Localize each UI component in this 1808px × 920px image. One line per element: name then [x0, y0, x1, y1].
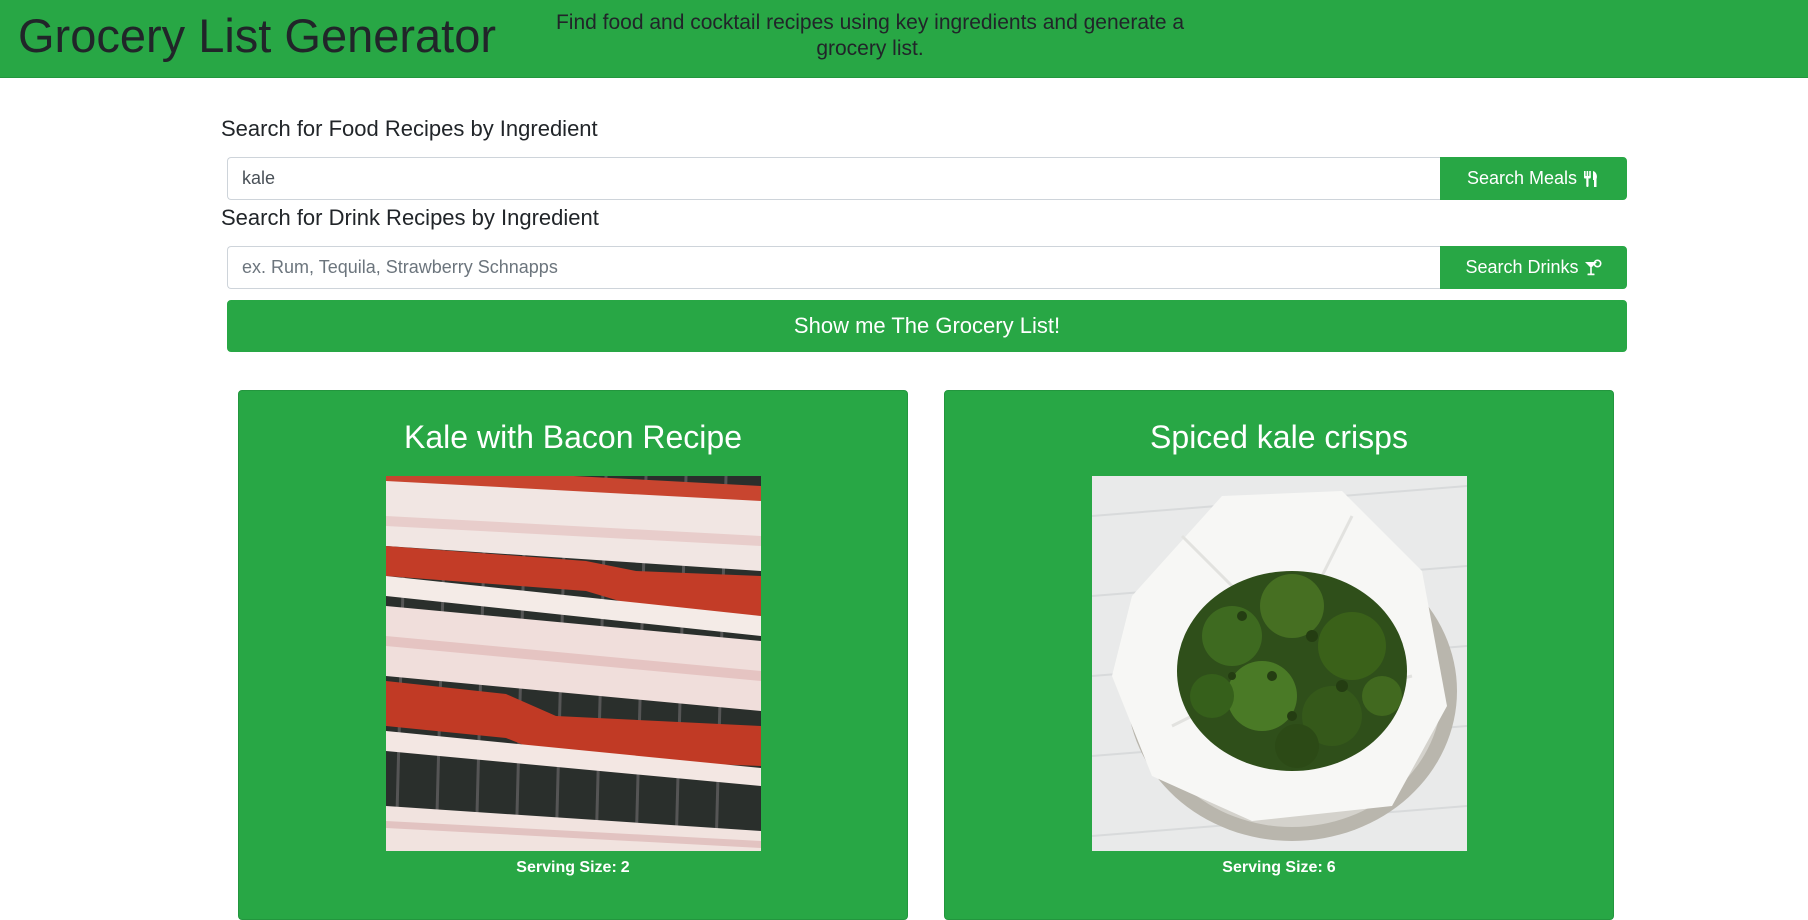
drink-search-input[interactable]: [227, 246, 1440, 289]
search-drinks-button[interactable]: Search Drinks: [1440, 246, 1627, 289]
drink-search-group: Search Drinks: [227, 246, 1627, 289]
serving-size-label: Serving Size:: [516, 859, 617, 876]
cocktail-icon: [1584, 258, 1602, 277]
food-search-group: Search Meals: [227, 157, 1627, 200]
utensils-icon: [1582, 170, 1600, 188]
recipe-title[interactable]: Spiced kale crisps: [945, 417, 1613, 457]
recipe-card[interactable]: Kale with Bacon Recipe Serving Size: 2: [238, 390, 908, 920]
food-search-input[interactable]: [227, 157, 1440, 200]
search-meals-button[interactable]: Search Meals: [1440, 157, 1627, 200]
serving-size: Serving Size: 2: [239, 859, 907, 877]
serving-size-label: Serving Size:: [1222, 859, 1323, 876]
serving-size-value: 6: [1326, 859, 1336, 876]
search-drinks-label: Search Drinks: [1465, 257, 1579, 277]
serving-size: Serving Size: 6: [945, 859, 1613, 877]
drink-search-label: Search for Drink Recipes by Ingredient: [221, 205, 599, 230]
kale-crisps-photo[interactable]: [1092, 476, 1467, 851]
food-search-label: Search for Food Recipes by Ingredient: [221, 116, 598, 141]
show-grocery-list-button[interactable]: Show me The Grocery List!: [227, 300, 1627, 352]
recipe-card[interactable]: Spiced kale crisps Serving Size: 6: [944, 390, 1614, 920]
recipe-title[interactable]: Kale with Bacon Recipe: [239, 417, 907, 457]
app-tagline: Find food and cocktail recipes using key…: [555, 11, 1185, 60]
search-meals-label: Search Meals: [1466, 168, 1578, 188]
serving-size-value: 2: [620, 859, 630, 876]
app-title: Grocery List Generator: [18, 9, 497, 62]
app-header: Grocery List Generator Find food and coc…: [0, 0, 1808, 78]
bacon-photo[interactable]: [386, 476, 761, 851]
